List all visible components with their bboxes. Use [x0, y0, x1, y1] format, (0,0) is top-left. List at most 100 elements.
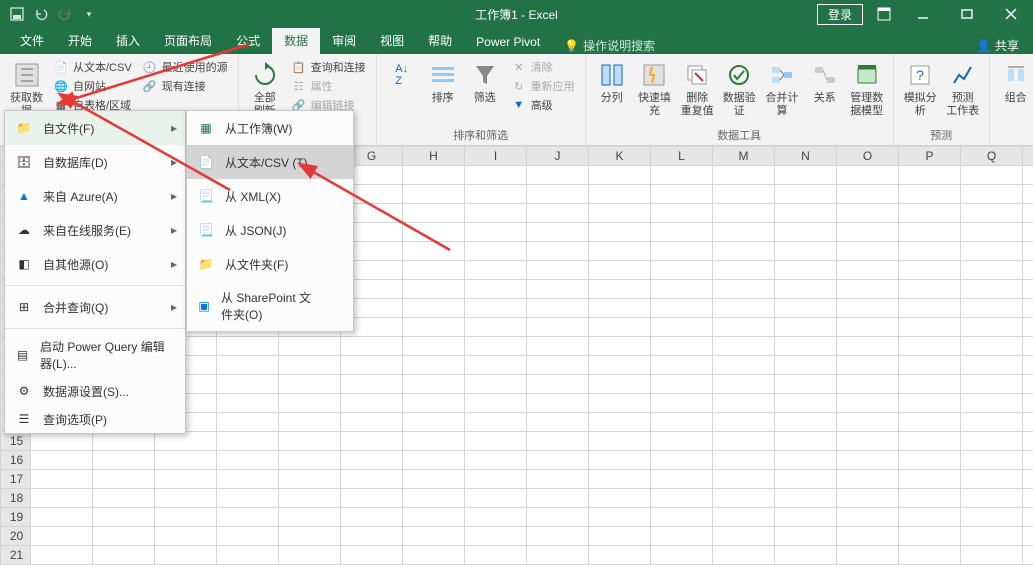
- cell[interactable]: [465, 261, 527, 280]
- tab-layout[interactable]: 页面布局: [152, 27, 224, 54]
- cell[interactable]: [899, 451, 961, 470]
- cell[interactable]: [217, 413, 279, 432]
- cell[interactable]: [341, 337, 403, 356]
- share-button[interactable]: 👤 共享: [976, 37, 1033, 54]
- close-icon[interactable]: [989, 0, 1033, 28]
- cell[interactable]: [527, 527, 589, 546]
- cell[interactable]: [1023, 432, 1033, 451]
- submenu-text-csv[interactable]: 📄从文本/CSV (T): [187, 145, 353, 179]
- cell[interactable]: [837, 356, 899, 375]
- cell[interactable]: [837, 337, 899, 356]
- cell[interactable]: [93, 546, 155, 565]
- cell[interactable]: [899, 394, 961, 413]
- cell[interactable]: [713, 413, 775, 432]
- cell[interactable]: [465, 185, 527, 204]
- row-header[interactable]: 15: [1, 432, 31, 451]
- undo-icon[interactable]: [30, 3, 52, 25]
- cell[interactable]: [961, 280, 1023, 299]
- cell[interactable]: [713, 185, 775, 204]
- menu-query-opts[interactable]: ☰查询选项(P): [5, 405, 185, 433]
- menu-from-other[interactable]: ◧自其他源(O)▸: [5, 247, 185, 281]
- cell[interactable]: [837, 527, 899, 546]
- cell[interactable]: [279, 413, 341, 432]
- cell[interactable]: [465, 527, 527, 546]
- cell[interactable]: [713, 204, 775, 223]
- cell[interactable]: [713, 166, 775, 185]
- submenu-xml[interactable]: 📃从 XML(X): [187, 179, 353, 213]
- cell[interactable]: [961, 261, 1023, 280]
- login-button[interactable]: 登录: [817, 4, 863, 25]
- cell[interactable]: [775, 413, 837, 432]
- cell[interactable]: [961, 318, 1023, 337]
- cell[interactable]: [837, 375, 899, 394]
- cell[interactable]: [1023, 337, 1033, 356]
- tab-formulas[interactable]: 公式: [224, 27, 272, 54]
- col-header[interactable]: L: [651, 147, 713, 166]
- col-header[interactable]: J: [527, 147, 589, 166]
- cell[interactable]: [155, 451, 217, 470]
- cell[interactable]: [651, 280, 713, 299]
- cell[interactable]: [775, 432, 837, 451]
- cell[interactable]: [341, 546, 403, 565]
- cell[interactable]: [837, 432, 899, 451]
- cell[interactable]: [1023, 299, 1033, 318]
- cell[interactable]: [31, 546, 93, 565]
- cell[interactable]: [713, 261, 775, 280]
- cell[interactable]: [93, 527, 155, 546]
- cell[interactable]: [837, 394, 899, 413]
- cell[interactable]: [1023, 470, 1033, 489]
- cell[interactable]: [961, 375, 1023, 394]
- cell[interactable]: [217, 489, 279, 508]
- cell[interactable]: [713, 451, 775, 470]
- submenu-workbook[interactable]: ▦从工作簿(W): [187, 111, 353, 145]
- cell[interactable]: [279, 394, 341, 413]
- cell[interactable]: [589, 508, 651, 527]
- cell[interactable]: [527, 470, 589, 489]
- cell[interactable]: [1023, 318, 1033, 337]
- cell[interactable]: [961, 166, 1023, 185]
- cell[interactable]: [775, 166, 837, 185]
- cell[interactable]: [217, 337, 279, 356]
- cell[interactable]: [527, 394, 589, 413]
- cell[interactable]: [155, 508, 217, 527]
- col-header[interactable]: P: [899, 147, 961, 166]
- cell[interactable]: [527, 375, 589, 394]
- from-web-button[interactable]: 🌐自网站: [49, 77, 136, 95]
- cell[interactable]: [961, 337, 1023, 356]
- cell[interactable]: [589, 242, 651, 261]
- cell[interactable]: [713, 394, 775, 413]
- cell[interactable]: [651, 299, 713, 318]
- cell[interactable]: [775, 261, 837, 280]
- cell[interactable]: [403, 527, 465, 546]
- cell[interactable]: [713, 375, 775, 394]
- cell[interactable]: [713, 299, 775, 318]
- cell[interactable]: [775, 527, 837, 546]
- cell[interactable]: [465, 508, 527, 527]
- minimize-icon[interactable]: [901, 0, 945, 28]
- row-header[interactable]: 17: [1, 470, 31, 489]
- cell[interactable]: [31, 508, 93, 527]
- cell[interactable]: [651, 242, 713, 261]
- cell[interactable]: [279, 375, 341, 394]
- cell[interactable]: [589, 432, 651, 451]
- cell[interactable]: [589, 185, 651, 204]
- cell[interactable]: [527, 356, 589, 375]
- cell[interactable]: [93, 451, 155, 470]
- cell[interactable]: [651, 166, 713, 185]
- cell[interactable]: [961, 489, 1023, 508]
- cell[interactable]: [961, 185, 1023, 204]
- cell[interactable]: [899, 432, 961, 451]
- cell[interactable]: [1023, 185, 1033, 204]
- tab-review[interactable]: 审阅: [320, 27, 368, 54]
- cell[interactable]: [527, 413, 589, 432]
- cell[interactable]: [465, 546, 527, 565]
- cell[interactable]: [961, 356, 1023, 375]
- cell[interactable]: [341, 527, 403, 546]
- queries-conn-button[interactable]: 📋查询和连接: [287, 58, 370, 76]
- cell[interactable]: [1023, 394, 1033, 413]
- cell[interactable]: [775, 375, 837, 394]
- existing-conn-button[interactable]: 🔗现有连接: [138, 77, 232, 95]
- cell[interactable]: [1023, 223, 1033, 242]
- cell[interactable]: [279, 508, 341, 527]
- cell[interactable]: [713, 527, 775, 546]
